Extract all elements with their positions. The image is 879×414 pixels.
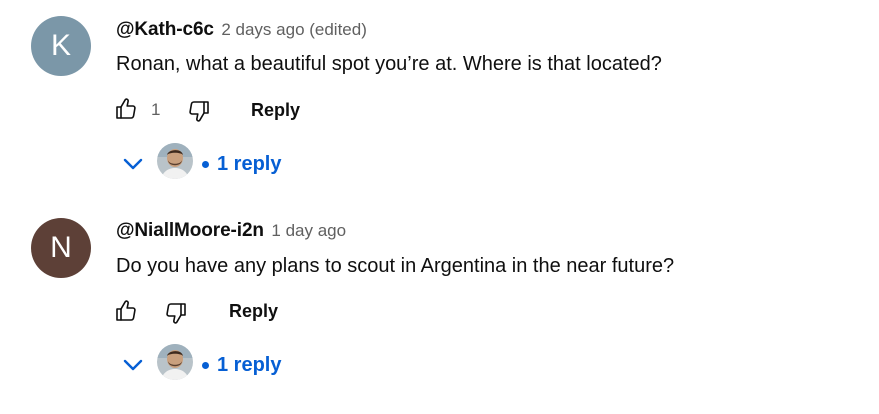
separator-dot [202,161,209,168]
thumbs-up-icon[interactable] [114,97,138,121]
thumbs-up-icon[interactable] [114,299,138,323]
avatar-letter: K [50,29,71,62]
comment-text: Ronan, what a beautiful spot you’re at. … [116,53,662,75]
comment-header: @Kath-c6c 2 days ago (edited) [116,19,367,41]
comment-header: @NiallMoore-i2n 1 day ago [116,220,346,242]
replies-count[interactable]: 1 reply [217,354,281,377]
view-replies-button[interactable]: 1 reply [116,143,316,183]
reply-button[interactable]: Reply [251,100,300,121]
comment-thread: N @NiallMoore-i2n 1 day ago Do you have … [0,207,879,414]
like-count: 1 [151,100,161,119]
reply-button[interactable]: Reply [229,301,278,322]
thumbs-down-icon[interactable] [187,99,211,123]
replies-count[interactable]: 1 reply [217,153,281,176]
avatar[interactable]: N [31,218,91,278]
comment-author[interactable]: @NiallMoore-i2n [116,220,264,241]
thumbs-down-icon[interactable] [164,301,188,325]
avatar [157,143,193,179]
avatar[interactable]: K [31,16,91,76]
avatar [157,344,193,380]
separator-dot [202,362,209,369]
comment-timestamp[interactable]: 1 day ago [271,221,346,240]
reply-author-avatar-image [157,143,193,179]
chevron-down-icon [123,359,143,371]
view-replies-button[interactable]: 1 reply [116,344,316,384]
comment-author[interactable]: @Kath-c6c [116,19,214,40]
comment-text: Do you have any plans to scout in Argent… [116,255,675,277]
reply-author-avatar-image [157,344,193,380]
comment-thread: K @Kath-c6c 2 days ago (edited) Ronan, w… [0,0,879,207]
comment-timestamp[interactable]: 2 days ago (edited) [221,20,367,39]
chevron-down-icon [123,158,143,170]
avatar-letter: N [50,231,72,264]
